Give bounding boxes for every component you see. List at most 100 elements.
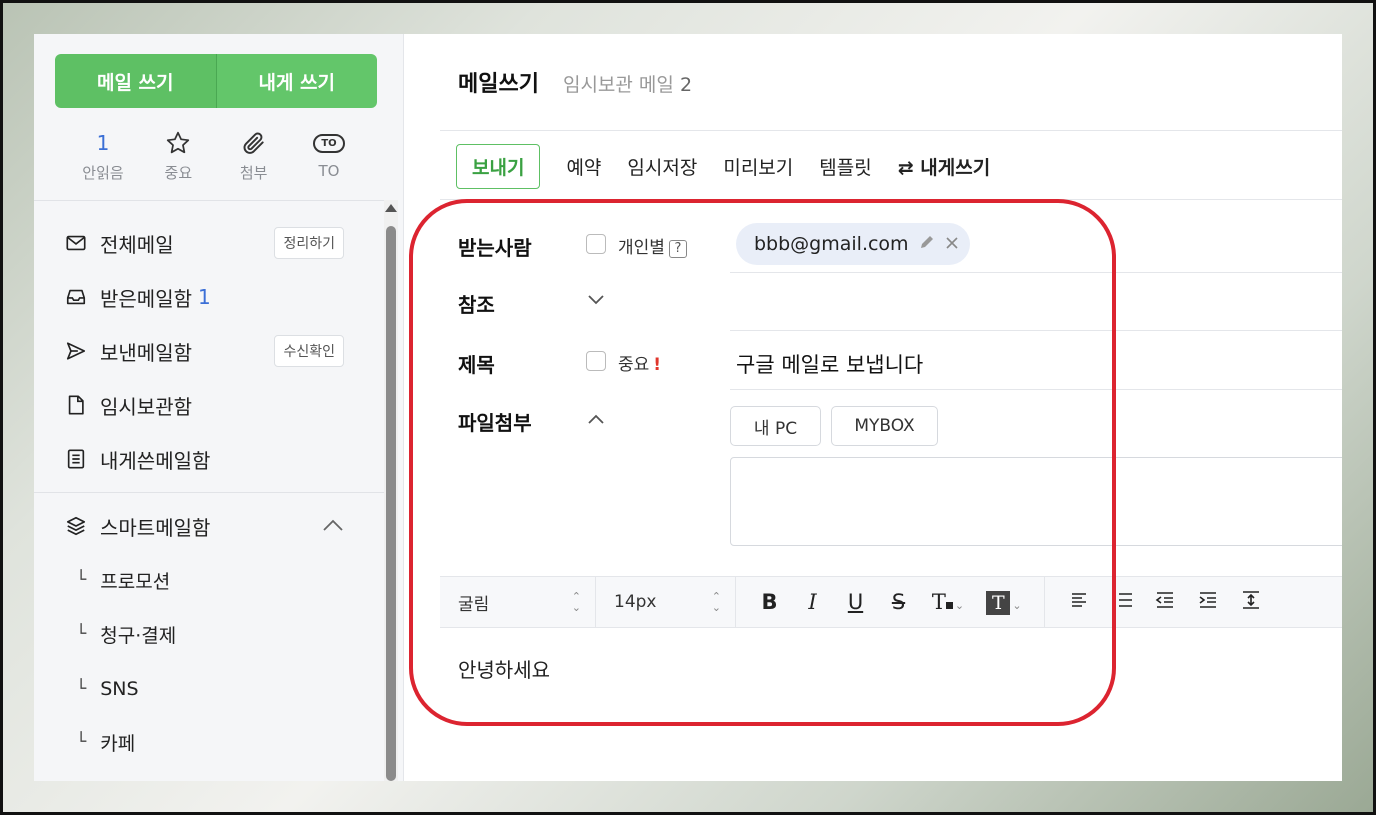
star-icon bbox=[165, 128, 191, 158]
mail-app: 메일 쓰기 내게 쓰기 1 안읽음 중요 첨부 TO TO 전체메일 정리하기 … bbox=[34, 34, 1342, 781]
bullet-list-icon[interactable] bbox=[1100, 590, 1143, 614]
drafts-label: 임시보관 메일 bbox=[562, 74, 674, 96]
sidebar-item-drafts[interactable]: 임시보관함 bbox=[64, 385, 344, 425]
envelope-icon bbox=[64, 231, 88, 255]
subject-input[interactable]: 구글 메일로 보냅니다 bbox=[736, 349, 923, 379]
template-button[interactable]: 템플릿 bbox=[819, 153, 871, 180]
important-label: 중요! bbox=[618, 350, 661, 375]
page-title: 메일쓰기 bbox=[458, 72, 539, 97]
important-checkbox[interactable] bbox=[586, 351, 606, 371]
sidebar-item-self-mail[interactable]: 내게쓴메일함 bbox=[64, 439, 344, 479]
scroll-up-icon[interactable] bbox=[385, 204, 397, 212]
bold-icon[interactable]: B bbox=[748, 590, 791, 614]
text-format-group: B I U S T ⌄ T ⌄ bbox=[736, 577, 1045, 627]
strikethrough-icon[interactable]: S bbox=[877, 590, 920, 614]
outdent-icon[interactable] bbox=[1143, 590, 1186, 614]
compose-to-self-button[interactable]: 내게 쓰기 bbox=[215, 54, 377, 108]
quick-attachment[interactable]: 첨부 bbox=[224, 128, 284, 188]
drafts-link[interactable]: 임시보관 메일 2 bbox=[563, 70, 692, 97]
to-field-underline bbox=[730, 272, 1342, 273]
background-color-icon[interactable]: T ⌄ bbox=[976, 590, 1032, 615]
quick-to[interactable]: TO TO bbox=[299, 128, 359, 188]
line-height-icon[interactable] bbox=[1229, 590, 1272, 615]
sidebar-divider bbox=[34, 200, 384, 201]
compose-header: 메일쓰기 임시보관 메일 2 bbox=[458, 66, 692, 98]
unread-count: 1 bbox=[96, 131, 110, 155]
sidebar-item-sent[interactable]: 보낸메일함 수신확인 bbox=[64, 331, 344, 371]
save-draft-button[interactable]: 임시저장 bbox=[627, 153, 697, 180]
italic-icon[interactable]: I bbox=[791, 590, 834, 614]
quick-filters: 1 안읽음 중요 첨부 TO TO bbox=[55, 128, 377, 188]
schedule-button[interactable]: 예약 bbox=[566, 153, 601, 180]
subfolder-label: 카페 bbox=[100, 732, 136, 755]
preview-button[interactable]: 미리보기 bbox=[723, 153, 793, 180]
font-size-select[interactable]: 14px ⌃ ⌄ bbox=[596, 577, 736, 627]
pencil-icon[interactable] bbox=[919, 234, 935, 254]
compose-button[interactable]: 메일 쓰기 bbox=[55, 54, 216, 108]
message-body[interactable]: 안녕하세요 bbox=[458, 654, 550, 683]
help-icon[interactable]: ? bbox=[668, 240, 687, 258]
quick-important[interactable]: 중요 bbox=[148, 128, 208, 188]
folder-label: 임시보관함 bbox=[100, 394, 192, 419]
updown-icon: ⌃ ⌄ bbox=[571, 590, 581, 614]
individual-checkbox[interactable] bbox=[586, 234, 606, 254]
indent-icon[interactable] bbox=[1186, 590, 1229, 614]
sidebar-item-cafe[interactable]: └ 카페 bbox=[76, 724, 336, 760]
organize-button[interactable]: 정리하기 bbox=[274, 227, 344, 259]
attachment-dropzone[interactable] bbox=[730, 457, 1342, 546]
sidebar-item-sns[interactable]: └ SNS bbox=[76, 671, 336, 707]
read-receipt-button[interactable]: 수신확인 bbox=[274, 335, 344, 367]
editor-toolbar: 굴림 ⌃ ⌄ 14px ⌃ ⌄ B I U S T ⌄ T ⌄ bbox=[440, 576, 1342, 628]
tree-branch-icon: └ bbox=[76, 679, 87, 699]
sidebar-item-promotion[interactable]: └ 프로모션 bbox=[76, 562, 336, 598]
text-color-icon[interactable]: T ⌄ bbox=[920, 590, 976, 614]
important-mark: ! bbox=[653, 355, 662, 375]
compose-toolbar: 보내기 예약 임시저장 미리보기 템플릿 ⇄ 내게쓰기 bbox=[456, 143, 990, 189]
attach-mybox-button[interactable]: MYBOX bbox=[831, 406, 938, 446]
to-icon: TO bbox=[313, 128, 345, 158]
chevron-down-icon[interactable] bbox=[587, 290, 605, 311]
layers-icon bbox=[64, 514, 88, 538]
inbox-count: 1 bbox=[198, 285, 211, 309]
draft-icon bbox=[64, 393, 88, 417]
chevron-up-icon[interactable] bbox=[322, 516, 344, 537]
close-icon[interactable] bbox=[945, 235, 959, 254]
subject-label: 제목 bbox=[458, 353, 495, 377]
to-self-toggle-button[interactable]: ⇄ 내게쓰기 bbox=[898, 153, 990, 180]
folder-label: 스마트메일함 bbox=[100, 515, 211, 540]
folder-label: 받은메일함 bbox=[100, 286, 192, 311]
attach-label: 파일첨부 bbox=[458, 411, 532, 435]
sidebar-item-all-mail[interactable]: 전체메일 정리하기 bbox=[64, 223, 344, 263]
attach-pc-button[interactable]: 내 PC bbox=[730, 406, 821, 446]
folder-label: 보낸메일함 bbox=[100, 340, 192, 365]
individual-text: 개인별 bbox=[618, 238, 665, 258]
updown-icon: ⌃ ⌄ bbox=[711, 590, 721, 614]
quick-unread[interactable]: 1 안읽음 bbox=[73, 128, 133, 188]
font-family-select[interactable]: 굴림 ⌃ ⌄ bbox=[440, 577, 596, 627]
align-icon[interactable] bbox=[1057, 590, 1100, 614]
sidebar-item-billing[interactable]: └ 청구·결제 bbox=[76, 616, 336, 652]
send-icon bbox=[64, 339, 88, 363]
quick-to-label: TO bbox=[318, 162, 340, 180]
sidebar-item-smart-mailbox[interactable]: 스마트메일함 bbox=[64, 506, 344, 546]
chevron-up-icon[interactable] bbox=[587, 409, 605, 430]
subfolder-label: 프로모션 bbox=[100, 570, 171, 593]
scroll-thumb[interactable] bbox=[386, 226, 396, 781]
drafts-count: 2 bbox=[679, 74, 693, 96]
underline-icon[interactable]: U bbox=[834, 590, 877, 614]
sidebar-scrollbar[interactable] bbox=[384, 200, 398, 781]
note-icon bbox=[64, 447, 88, 471]
compose-buttons: 메일 쓰기 내게 쓰기 bbox=[55, 54, 377, 108]
cc-field-underline bbox=[730, 330, 1342, 331]
quick-unread-label: 안읽음 bbox=[82, 164, 124, 182]
sidebar-item-inbox[interactable]: 받은메일함 1 bbox=[64, 277, 344, 317]
send-button[interactable]: 보내기 bbox=[456, 143, 541, 189]
compose-panel: 메일쓰기 임시보관 메일 2 보내기 예약 임시저장 미리보기 템플릿 ⇄ 내게… bbox=[404, 34, 1342, 781]
important-text: 중요 bbox=[618, 355, 650, 375]
folder-label: 내게쓴메일함 bbox=[100, 448, 211, 473]
quick-important-label: 중요 bbox=[164, 164, 193, 182]
tree-branch-icon: └ bbox=[76, 570, 87, 590]
recipient-chip[interactable]: bbb@gmail.com bbox=[736, 223, 970, 265]
quick-attachment-label: 첨부 bbox=[239, 164, 268, 182]
individual-label: 개인별? bbox=[618, 233, 687, 258]
